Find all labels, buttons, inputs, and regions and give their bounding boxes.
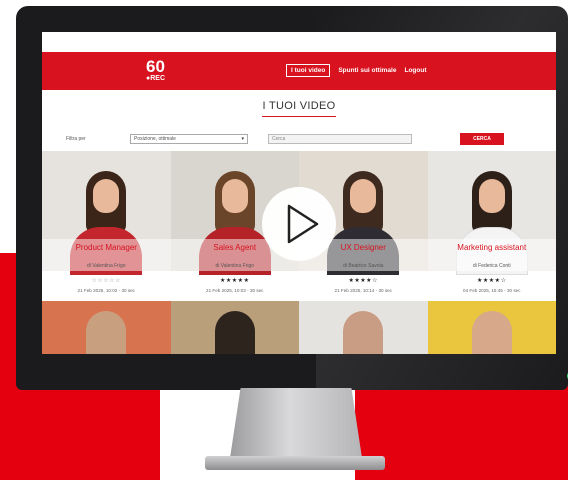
person-face bbox=[350, 179, 376, 213]
main-nav: I tuoi video Spunti sui ottimale Logout bbox=[286, 64, 427, 77]
card-author: di Beatrice Savoia bbox=[343, 263, 384, 269]
card-rating: ★★★★☆ bbox=[348, 278, 378, 284]
search-input[interactable]: Cerca bbox=[268, 134, 412, 144]
filter-select-value: Posizione, ottimale bbox=[134, 136, 176, 142]
card-date: 04 Feb 2025, 15:45 - 30 sec bbox=[463, 288, 521, 293]
title-underline bbox=[262, 116, 336, 117]
page-title: I TUOI VIDEO bbox=[262, 100, 336, 112]
person-face bbox=[93, 179, 119, 213]
card-rating: ★★★★☆ bbox=[477, 278, 507, 284]
play-icon bbox=[287, 204, 319, 244]
card-author: di Federica Conti bbox=[472, 263, 511, 269]
top-navbar: 60 ●REC I tuoi video Spunti sui ottimale… bbox=[42, 52, 556, 90]
card-author: di Valentina Frigo bbox=[215, 263, 255, 269]
monitor-stand-base bbox=[205, 456, 385, 470]
video-card[interactable]: Marketing assistant di Federica Conti ★★… bbox=[427, 151, 556, 301]
card-role: Product Manager bbox=[75, 243, 137, 252]
logo-number: 60 bbox=[146, 57, 165, 76]
card-date: 21 Feb 2025, 10:03 - 30 sec bbox=[206, 288, 264, 293]
monitor-stand bbox=[230, 388, 362, 458]
search-button[interactable]: CERCA bbox=[460, 133, 504, 145]
person-head bbox=[86, 311, 126, 354]
person-head bbox=[214, 311, 255, 354]
card-role: Marketing assistant bbox=[457, 243, 527, 252]
video-card[interactable] bbox=[299, 301, 428, 354]
video-card[interactable] bbox=[42, 301, 171, 354]
card-date: 21 Feb 2025, 10:14 - 30 sec bbox=[334, 288, 392, 293]
card-rating: ☆☆☆☆☆ bbox=[91, 278, 121, 284]
nav-item-logout[interactable]: Logout bbox=[404, 67, 426, 74]
product-mockup: 60 ●REC I tuoi video Spunti sui ottimale… bbox=[0, 0, 568, 480]
card-author: di Valentina Frigo bbox=[86, 263, 126, 269]
video-card[interactable] bbox=[427, 301, 556, 354]
person-face bbox=[478, 179, 505, 213]
logo[interactable]: 60 ●REC bbox=[146, 58, 165, 82]
filter-label: Filtra per bbox=[66, 136, 86, 142]
card-date: 21 Feb 2025, 10:02 - 30 sec bbox=[77, 288, 135, 293]
person-head bbox=[343, 311, 383, 354]
video-card[interactable]: Product Manager di Valentina Frigo ☆☆☆☆☆… bbox=[42, 151, 171, 301]
nav-item-questions[interactable]: Spunti sui ottimale bbox=[338, 67, 396, 74]
video-card[interactable] bbox=[170, 301, 299, 354]
app-screen: 60 ●REC I tuoi video Spunti sui ottimale… bbox=[42, 32, 556, 354]
chevron-down-icon: ▾ bbox=[241, 136, 244, 142]
person-face bbox=[221, 179, 248, 213]
video-grid-row-2 bbox=[42, 301, 556, 354]
nav-item-my-videos[interactable]: I tuoi video bbox=[286, 64, 331, 77]
person-head bbox=[471, 311, 512, 354]
logo-suffix: ●REC bbox=[146, 75, 166, 82]
filter-select[interactable]: Posizione, ottimale ▾ bbox=[130, 134, 248, 144]
play-button[interactable] bbox=[262, 187, 336, 261]
card-rating: ★★★★★ bbox=[220, 278, 250, 284]
